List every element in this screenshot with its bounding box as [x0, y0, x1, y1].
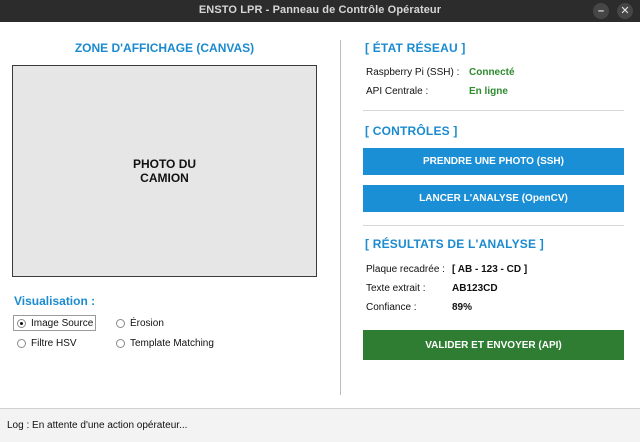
radio-indicator	[116, 318, 125, 328]
result-label-plate: Plaque recadrée :	[366, 264, 445, 275]
validate-send-button[interactable]: VALIDER ET ENVOYER (API)	[363, 330, 624, 360]
controls-section-title: [ CONTRÔLES ]	[365, 124, 458, 138]
radio-indicator	[17, 338, 26, 348]
image-canvas: PHOTO DU CAMION	[12, 65, 317, 277]
visualisation-title: Visualisation :	[14, 294, 96, 308]
network-status-api: En ligne	[469, 86, 508, 97]
radio-label: Érosion	[130, 317, 164, 329]
close-button[interactable]: ✕	[617, 3, 633, 19]
result-label-text: Texte extrait :	[366, 283, 426, 294]
network-label-api: API Centrale :	[366, 86, 429, 97]
result-value-confidence: 89%	[452, 302, 473, 313]
radio-image-source[interactable]: Image Source	[12, 315, 97, 331]
network-status-ssh: Connecté	[469, 67, 515, 78]
result-label-confidence: Confiance :	[366, 302, 417, 313]
minimize-button[interactable]: –	[593, 3, 609, 19]
section-divider	[363, 110, 624, 111]
result-value-plate: [ AB - 123 - CD ]	[452, 264, 528, 275]
result-value-text: AB123CD	[452, 283, 498, 294]
radio-indicator-selected	[17, 318, 26, 328]
radio-label: Template Matching	[130, 337, 214, 349]
main-panel: ZONE D'AFFICHAGE (CANVAS) PHOTO DU CAMIO…	[0, 22, 640, 442]
radio-erosion[interactable]: Érosion	[113, 316, 166, 330]
radio-label: Image Source	[31, 317, 94, 329]
radio-indicator	[116, 338, 125, 348]
take-photo-button[interactable]: PRENDRE UNE PHOTO (SSH)	[363, 148, 624, 175]
network-label-ssh: Raspberry Pi (SSH) :	[366, 67, 460, 78]
log-text: Log : En attente d'une action opérateur.…	[7, 420, 188, 431]
canvas-placeholder: PHOTO DU CAMION	[13, 157, 316, 185]
title-bar: ENSTO LPR - Panneau de Contrôle Opérateu…	[0, 0, 640, 22]
results-section-title: [ RÉSULTATS DE L'ANALYSE ]	[365, 237, 544, 251]
canvas-placeholder-line2: CAMION	[140, 171, 189, 185]
canvas-placeholder-line1: PHOTO DU	[132, 157, 197, 171]
canvas-title: ZONE D'AFFICHAGE (CANVAS)	[74, 41, 255, 55]
radio-template-matching[interactable]: Template Matching	[113, 336, 216, 350]
network-section-title: [ ÉTAT RÉSEAU ]	[365, 41, 466, 55]
radio-label: Filtre HSV	[31, 337, 77, 349]
status-bar: Log : En attente d'une action opérateur.…	[0, 408, 640, 442]
window-title: ENSTO LPR - Panneau de Contrôle Opérateu…	[198, 4, 442, 16]
radio-filtre-hsv[interactable]: Filtre HSV	[14, 336, 79, 350]
run-analysis-button[interactable]: LANCER L'ANALYSE (OpenCV)	[363, 185, 624, 212]
vertical-divider	[340, 40, 341, 395]
section-divider	[363, 225, 624, 226]
